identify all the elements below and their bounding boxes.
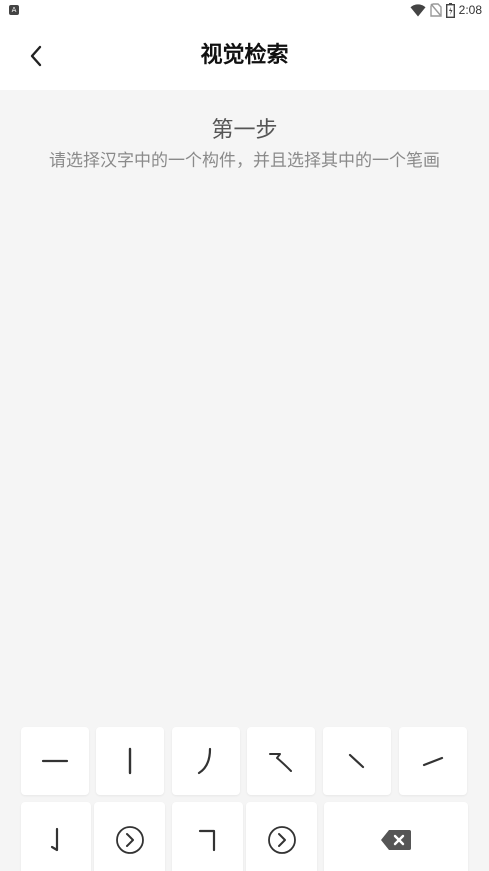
key-more-strokes-1[interactable] xyxy=(94,802,165,871)
battery-icon xyxy=(445,2,455,18)
stroke-dian-icon xyxy=(348,753,365,769)
key-more-strokes-2[interactable] xyxy=(246,802,317,871)
stroke-shu-icon xyxy=(128,747,132,775)
stroke-pie-icon xyxy=(197,747,212,775)
status-bar: A 2:08 xyxy=(0,0,489,22)
back-button[interactable] xyxy=(20,40,52,72)
status-time: 2:08 xyxy=(458,3,482,17)
no-sim-icon xyxy=(429,3,442,17)
search-canvas[interactable]: 第一步 请选择汉字中的一个构件，并且选择其中的一个笔画 xyxy=(0,90,489,720)
key-stroke-hengzhe[interactable] xyxy=(172,802,243,871)
stroke-ti-icon xyxy=(422,756,444,767)
stroke-heng-icon xyxy=(41,759,69,763)
backspace-button[interactable] xyxy=(324,802,468,871)
stroke-hengpie-icon xyxy=(269,753,292,772)
key-stroke-ti[interactable] xyxy=(399,727,467,795)
stroke-keyboard xyxy=(0,720,489,871)
backspace-icon xyxy=(381,829,411,850)
page-title: 视觉检索 xyxy=(200,43,289,68)
key-stroke-shu[interactable] xyxy=(96,727,164,795)
chevron-right-circle-icon xyxy=(115,825,144,854)
stroke-shugou-icon xyxy=(50,827,59,851)
key-stroke-heng[interactable] xyxy=(21,727,89,795)
step-description: 请选择汉字中的一个构件，并且选择其中的一个笔画 xyxy=(49,151,440,171)
stroke-hengzhe-icon xyxy=(198,829,215,851)
key-stroke-pie[interactable] xyxy=(172,727,240,795)
status-icons: 2:08 xyxy=(410,2,482,18)
key-stroke-hengpie[interactable] xyxy=(247,727,315,795)
wifi-icon xyxy=(410,3,426,16)
app-bar: 视觉检索 xyxy=(0,22,489,90)
key-stroke-shugou[interactable] xyxy=(21,802,91,871)
chevron-right-circle-icon xyxy=(267,825,296,854)
key-stroke-dian[interactable] xyxy=(323,727,391,795)
step-title: 第一步 xyxy=(211,118,278,143)
chevron-left-icon xyxy=(30,45,42,67)
notification-badge-icon: A xyxy=(9,5,19,15)
